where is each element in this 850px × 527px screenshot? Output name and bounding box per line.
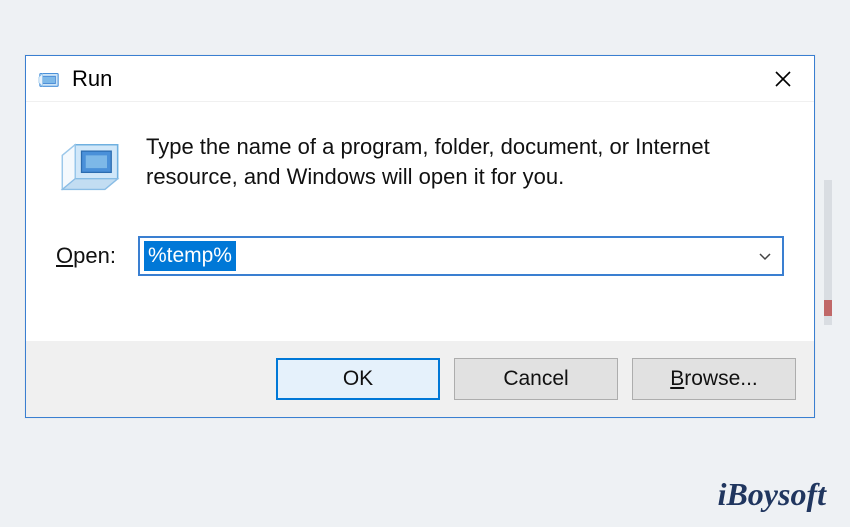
chevron-down-icon[interactable] [748, 249, 782, 263]
run-titlebar-icon [36, 66, 62, 92]
dialog-title: Run [72, 66, 760, 92]
titlebar[interactable]: Run [26, 56, 814, 102]
button-bar: OK Cancel Browse... [26, 341, 814, 417]
open-input-row: Open: %temp% [56, 236, 784, 276]
open-combobox[interactable]: %temp% [138, 236, 784, 276]
cancel-button[interactable]: Cancel [454, 358, 618, 400]
run-dialog: Run Type the name of a program, folder, … [25, 55, 815, 418]
description-text: Type the name of a program, folder, docu… [146, 130, 784, 191]
watermark-logo: iBoysoft [718, 476, 826, 513]
dialog-content: Type the name of a program, folder, docu… [26, 102, 814, 286]
open-label: Open: [56, 243, 116, 269]
browse-button[interactable]: Browse... [632, 358, 796, 400]
description-row: Type the name of a program, folder, docu… [56, 130, 784, 200]
background-stripe-accent [824, 300, 832, 316]
ok-button[interactable]: OK [276, 358, 440, 400]
run-large-icon [56, 132, 124, 200]
close-button[interactable] [760, 56, 806, 102]
